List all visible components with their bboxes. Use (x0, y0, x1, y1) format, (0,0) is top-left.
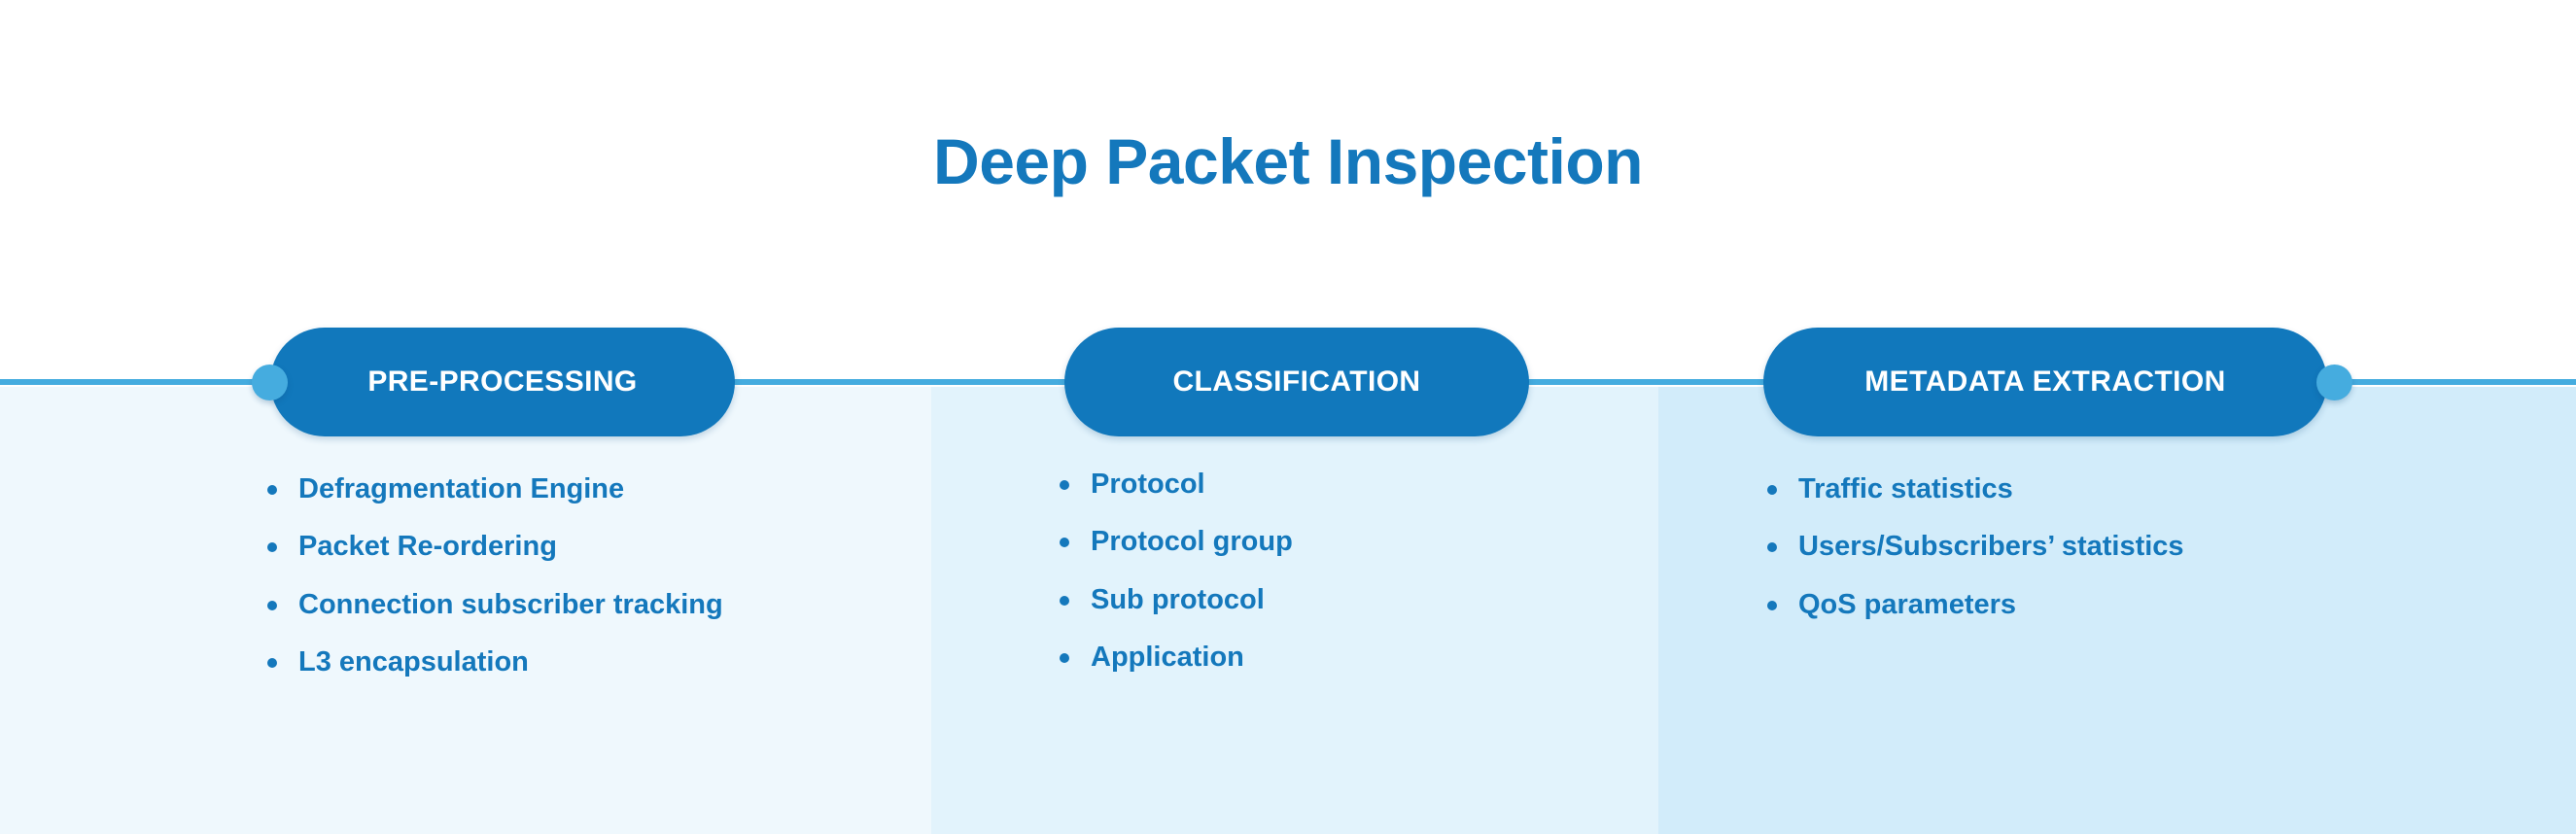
list-item: Packet Re-ordering (267, 531, 723, 562)
list-item: L3 encapsulation (267, 646, 723, 678)
list-item: Application (1060, 642, 1293, 673)
stage-item-list-metadata-extraction: Traffic statistics Users/Subscribers’ st… (1767, 473, 2184, 646)
bullet-dot-icon (1060, 595, 1069, 606)
stage-panel-classification (931, 387, 1658, 834)
list-item-label: Sub protocol (1091, 583, 1265, 615)
list-item-label: Protocol (1091, 469, 1205, 500)
stage-pill-pre-processing[interactable]: PRE-PROCESSING (270, 328, 735, 436)
bullet-dot-icon (1060, 480, 1069, 490)
stage-pill-label: PRE-PROCESSING (367, 365, 638, 398)
bullet-dot-icon (1060, 653, 1069, 664)
list-item: Sub protocol (1060, 584, 1293, 615)
list-item-label: Protocol group (1091, 526, 1293, 558)
bullet-dot-icon (1767, 542, 1777, 553)
list-item: Protocol group (1060, 526, 1293, 557)
list-item: QoS parameters (1767, 589, 2184, 620)
bullet-dot-icon (1060, 538, 1069, 548)
list-item: Users/Subscribers’ statistics (1767, 531, 2184, 562)
bullet-dot-icon (267, 542, 277, 553)
list-item-label: Application (1091, 642, 1244, 674)
list-item-label: Traffic statistics (1798, 473, 2013, 504)
list-item-label: Users/Subscribers’ statistics (1798, 531, 2184, 563)
stage-pill-label: CLASSIFICATION (1172, 365, 1421, 398)
node-dot-end-icon (2316, 365, 2352, 400)
list-item-label: L3 encapsulation (298, 646, 529, 678)
bullet-dot-icon (267, 485, 277, 495)
list-item: Connection subscriber tracking (267, 589, 723, 620)
diagram-canvas: Deep Packet Inspection PRE-PROCESSING CL… (0, 0, 2576, 834)
stage-pill-metadata-extraction[interactable]: METADATA EXTRACTION (1763, 328, 2327, 436)
bullet-dot-icon (1767, 600, 1777, 610)
node-dot-start-icon (252, 365, 288, 400)
stage-item-list-classification: Protocol Protocol group Sub protocol App… (1060, 469, 1293, 700)
bullet-dot-icon (267, 600, 277, 610)
bullet-dot-icon (267, 658, 277, 669)
stage-pill-label: METADATA EXTRACTION (1864, 365, 2226, 398)
list-item: Traffic statistics (1767, 473, 2184, 504)
stage-pill-classification[interactable]: CLASSIFICATION (1064, 328, 1529, 436)
list-item: Defragmentation Engine (267, 473, 723, 504)
page-title: Deep Packet Inspection (933, 125, 1643, 197)
stage-item-list-pre-processing: Defragmentation Engine Packet Re-orderin… (267, 473, 723, 705)
list-item-label: Defragmentation Engine (298, 473, 625, 504)
list-item-label: QoS parameters (1798, 588, 2017, 620)
bullet-dot-icon (1767, 485, 1777, 495)
list-item: Protocol (1060, 469, 1293, 500)
list-item-label: Packet Re-ordering (298, 531, 557, 563)
list-item-label: Connection subscriber tracking (298, 588, 723, 620)
